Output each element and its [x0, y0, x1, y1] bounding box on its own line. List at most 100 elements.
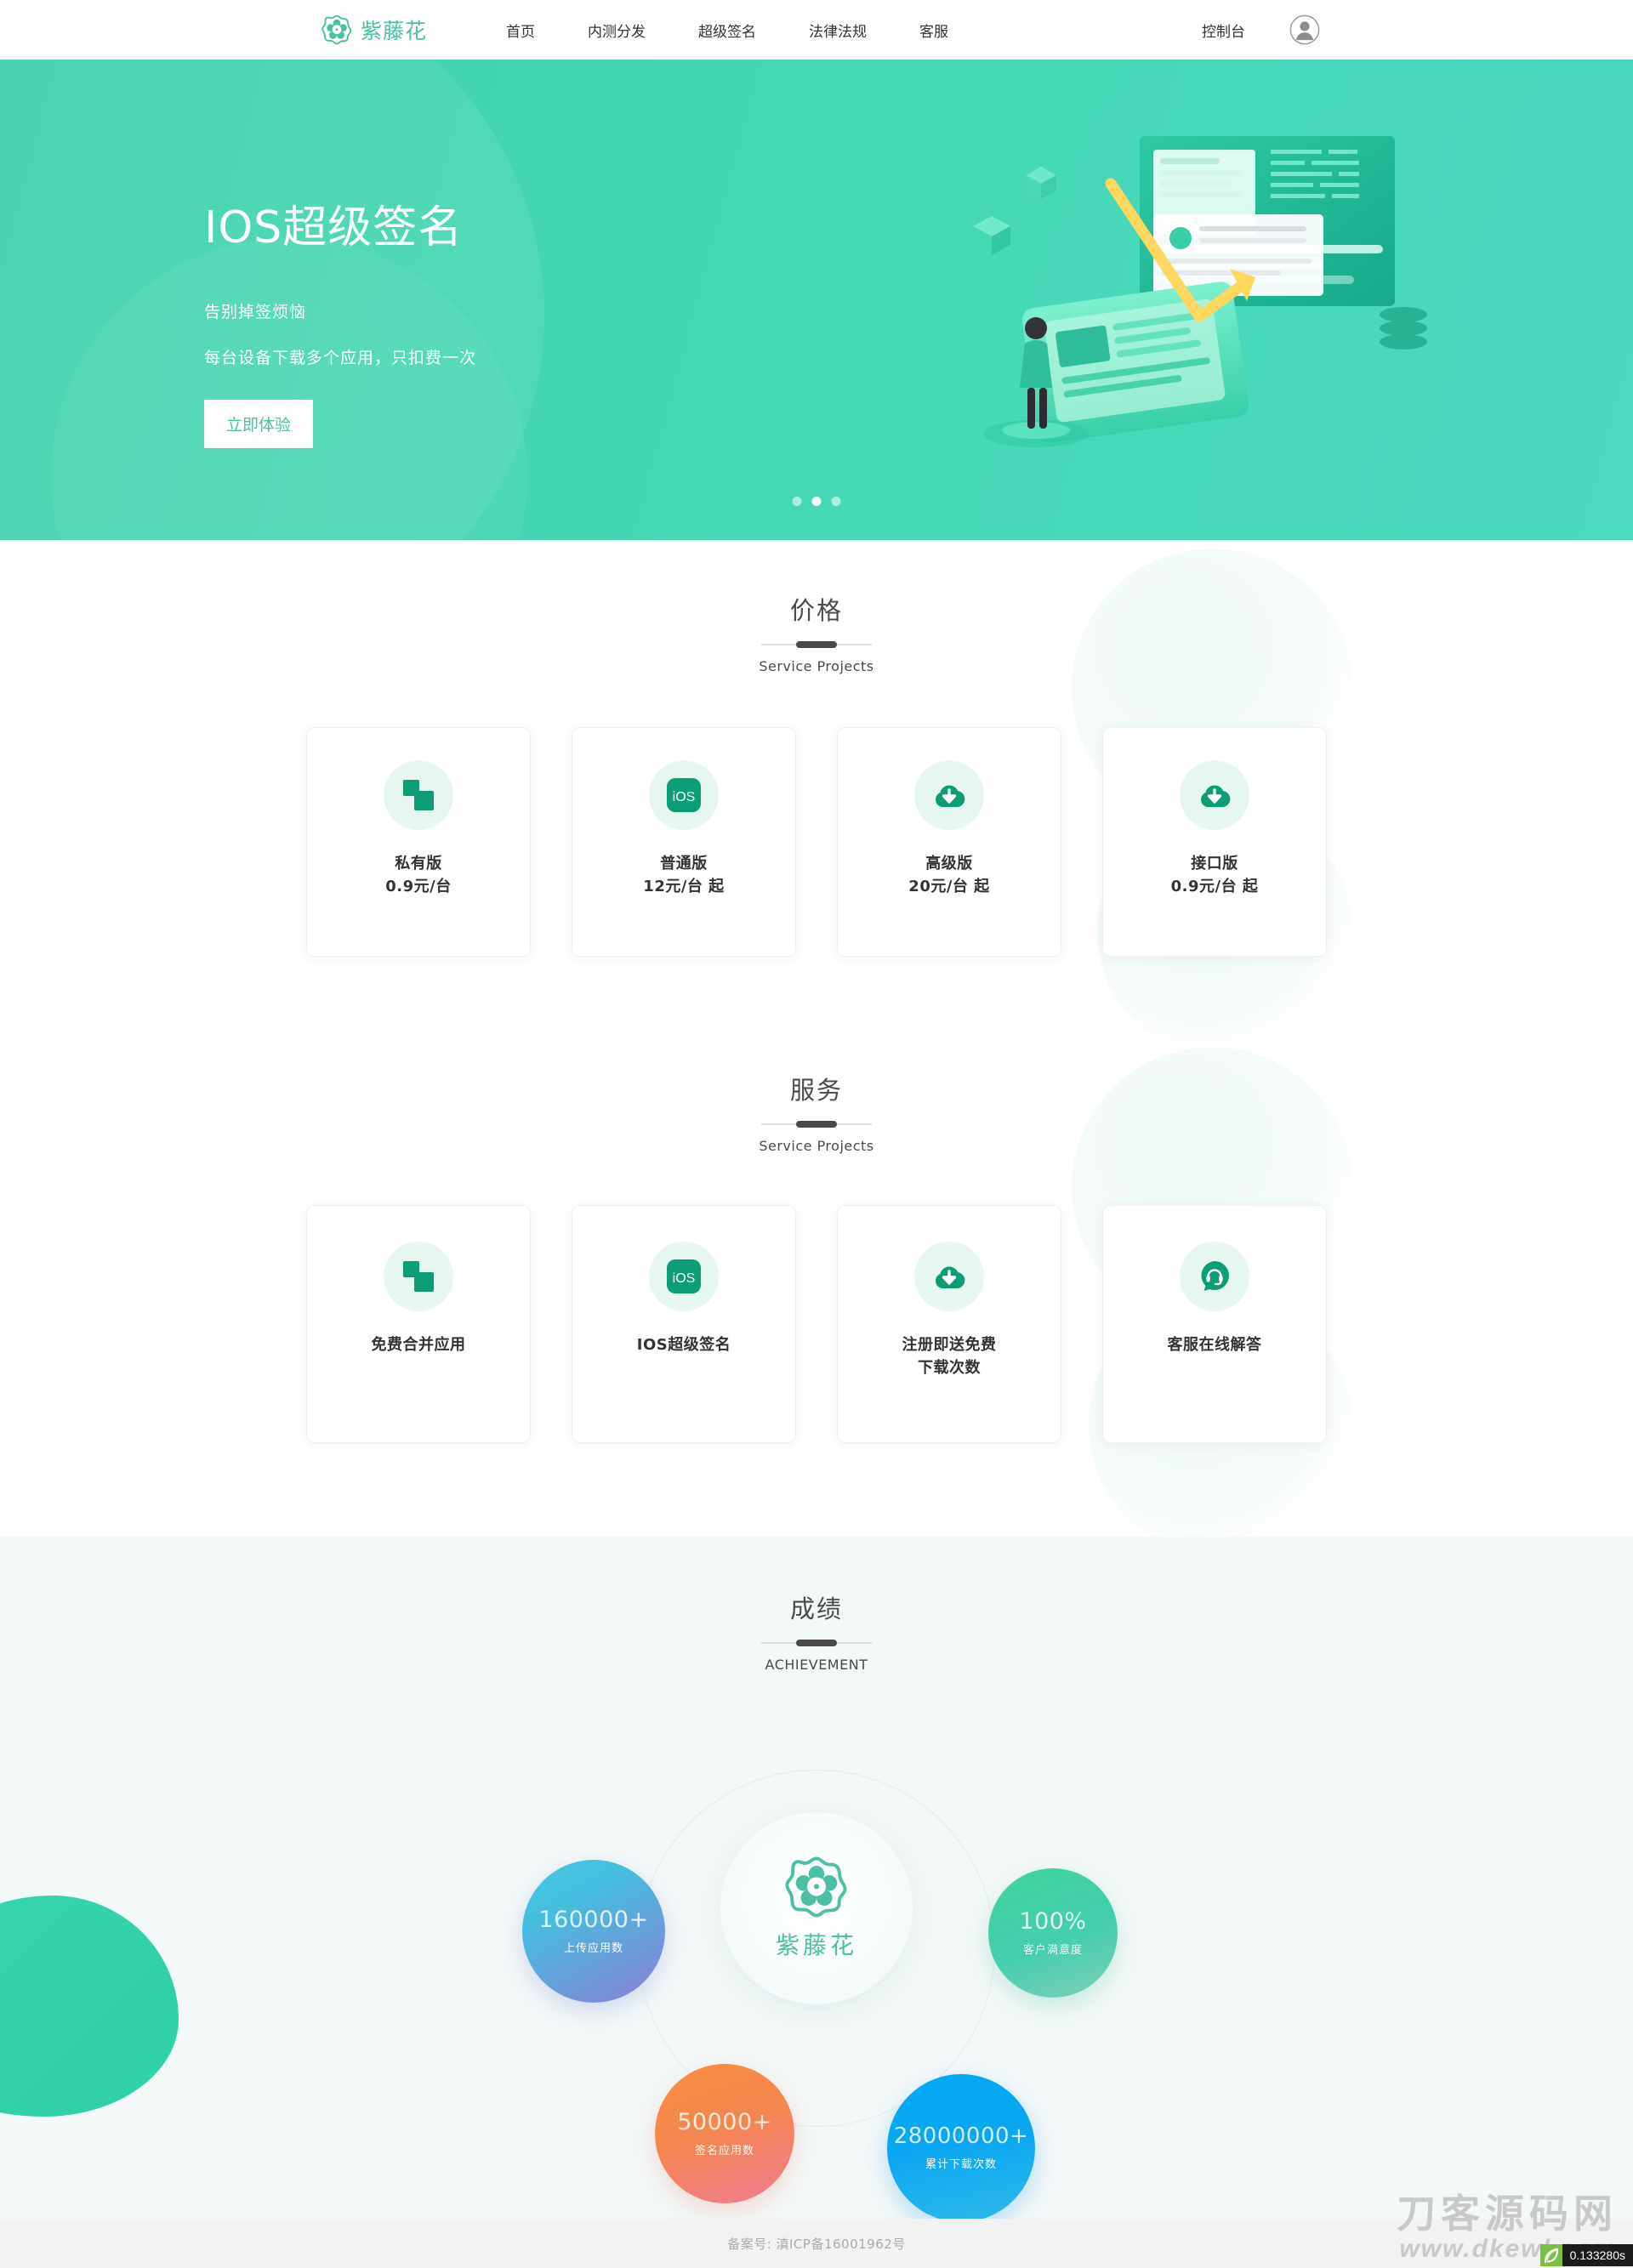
- hero-banner: IOS超级签名 告别掉签烦恼 每台设备下载多个应用，只扣费一次 立即体验: [0, 60, 1633, 540]
- price-card-api[interactable]: 接口版 0.9元/台 起: [1102, 727, 1327, 957]
- console-link[interactable]: 控制台: [1202, 20, 1245, 41]
- merge-apps-icon-wrap: [384, 1242, 453, 1311]
- merge-apps-icon-wrap: [384, 760, 453, 830]
- service-card-free-downloads[interactable]: 注册即送免费 下载次数: [837, 1205, 1061, 1443]
- merge-apps-icon: [403, 1261, 434, 1292]
- nav-beta-distribution[interactable]: 内测分发: [561, 20, 672, 41]
- perf-time: 0.133280s: [1562, 2244, 1633, 2266]
- svg-text:iOS: iOS: [673, 1271, 696, 1286]
- service-section: 服务 Service Projects 免费合并应用 iOS IOS超级签名 注…: [0, 1038, 1633, 1557]
- price-card-name: 普通版: [660, 855, 708, 873]
- ios-icon: iOS: [667, 778, 701, 812]
- hero-subtitle-2: 每台设备下载多个应用，只扣费一次: [204, 349, 477, 367]
- price-section-subtitle: Service Projects: [759, 658, 874, 674]
- merge-apps-icon: [403, 780, 434, 810]
- price-card-price: 0.9元/台 起: [1170, 878, 1259, 895]
- carousel-dot-1[interactable]: [792, 497, 802, 506]
- cloud-download-icon-wrap: [914, 760, 984, 830]
- icp-text[interactable]: 备案号: 滇ICP备16001962号: [727, 2235, 906, 2253]
- stat-bubble-downloads: 28000000+ 累计下载次数: [887, 2074, 1035, 2219]
- headset-support-icon: [1201, 1261, 1229, 1291]
- price-card-advanced[interactable]: 高级版 20元/台 起: [837, 727, 1061, 957]
- price-section-title: 价格: [789, 596, 843, 625]
- stat-label: 上传应用数: [563, 1941, 623, 1955]
- carousel-dot-3[interactable]: [831, 497, 841, 506]
- price-card-price: 0.9元/台: [385, 878, 452, 895]
- service-section-head: 服务 Service Projects: [0, 1071, 1633, 1154]
- nav-home[interactable]: 首页: [480, 20, 561, 41]
- service-card-support[interactable]: 客服在线解答: [1102, 1205, 1327, 1443]
- service-card-ios-sign[interactable]: iOS IOS超级签名: [572, 1205, 796, 1443]
- achievement-decor-blob: [0, 1896, 179, 2117]
- svg-text:iOS: iOS: [673, 790, 696, 804]
- user-avatar-icon[interactable]: [1289, 14, 1320, 45]
- achievement-section-title: 成绩: [789, 1594, 843, 1623]
- price-card-text: 接口版 0.9元/台 起: [1171, 852, 1259, 898]
- stat-label: 签名应用数: [694, 2144, 754, 2157]
- service-card-line1: 客服在线解答: [1167, 1336, 1262, 1354]
- nav-super-signature[interactable]: 超级签名: [672, 20, 782, 41]
- ios-icon-wrap: iOS: [649, 760, 719, 830]
- stat-value: 160000+: [538, 1906, 649, 1933]
- price-section-head: 价格 Service Projects: [0, 591, 1633, 674]
- main-nav: 首页 内测分发 超级签名 法律法规 客服: [480, 20, 975, 41]
- price-card-name: 私有版: [395, 855, 442, 873]
- stat-value: 28000000+: [893, 2123, 1029, 2149]
- flower-hexagon-logo-icon: [785, 1856, 847, 1918]
- service-card-line2: 下载次数: [918, 1359, 981, 1377]
- price-card-name: 高级版: [925, 855, 973, 873]
- brand-name: 紫藤花: [361, 19, 428, 43]
- cloud-download-icon: [1201, 785, 1231, 807]
- service-card-merge[interactable]: 免费合并应用: [306, 1205, 531, 1443]
- price-card-price: 20元/台 起: [908, 878, 990, 895]
- achievement-section-head: 成绩 ACHIEVEMENT: [0, 1589, 1633, 1673]
- service-card-line1: 免费合并应用: [371, 1336, 466, 1354]
- section-divider: [761, 1121, 872, 1128]
- ios-icon: iOS: [667, 1259, 701, 1293]
- achievement-center-logo: 紫藤花: [720, 1812, 913, 2004]
- hero-cta-button[interactable]: 立即体验: [204, 400, 314, 448]
- stat-bubble-upload: 160000+ 上传应用数: [522, 1860, 665, 2003]
- carousel-dots[interactable]: [792, 497, 841, 506]
- headset-support-icon-wrap: [1180, 1242, 1249, 1311]
- price-card-list: 私有版 0.9元/台 iOS 普通版 12元/台 起 高级版 20元/台 起 接…: [306, 727, 1327, 957]
- price-card-text: 普通版 12元/台 起: [643, 852, 724, 898]
- price-card-name: 接口版: [1191, 855, 1238, 873]
- perf-badge: 0.133280s: [1539, 2244, 1633, 2266]
- service-card-line1: 注册即送免费: [902, 1336, 997, 1354]
- header-actions: 控制台: [1202, 14, 1320, 45]
- service-card-text: 注册即送免费 下载次数: [902, 1333, 997, 1379]
- stat-value: 50000+: [677, 2108, 772, 2135]
- price-card-text: 高级版 20元/台 起: [908, 852, 989, 898]
- nav-support[interactable]: 客服: [893, 20, 975, 41]
- site-header: 紫藤花 首页 内测分发 超级签名 法律法规 客服 控制台: [0, 0, 1633, 60]
- section-divider: [761, 1640, 872, 1646]
- ios-icon-wrap: iOS: [649, 1242, 719, 1311]
- hero-title: IOS超级签名: [204, 202, 464, 253]
- nav-legal[interactable]: 法律法规: [782, 20, 893, 41]
- hero-illustration: [973, 136, 1427, 447]
- achievement-center-name: 紫藤花: [775, 1931, 857, 1959]
- carousel-dot-2[interactable]: [811, 497, 822, 506]
- hero-text-block: IOS超级签名 告别掉签烦恼 每台设备下载多个应用，只扣费一次 立即体验: [204, 191, 476, 448]
- price-card-text: 私有版 0.9元/台: [385, 852, 451, 898]
- brand-logo[interactable]: 紫藤花: [321, 14, 427, 45]
- site-footer: 备案号: 滇ICP备16001962号 刀客源码网 www.dkewl.com …: [0, 2194, 1633, 2268]
- cloud-download-icon-wrap: [914, 1242, 984, 1311]
- stat-bubble-satisfaction: 100% 客户满意度: [988, 1868, 1118, 1998]
- price-card-price: 12元/台 起: [643, 878, 725, 895]
- achievement-stage: 紫藤花 160000+ 上传应用数 100% 客户满意度 50000+ 签名应用…: [306, 1734, 1327, 2219]
- price-card-standard[interactable]: iOS 普通版 12元/台 起: [572, 727, 796, 957]
- price-card-private[interactable]: 私有版 0.9元/台: [306, 727, 531, 957]
- hero-subtitle-1: 告别掉签烦恼: [204, 303, 307, 321]
- section-divider: [761, 641, 872, 648]
- stat-label: 客户满意度: [1022, 1943, 1083, 1957]
- cloud-download-icon: [936, 785, 965, 807]
- stat-value: 100%: [1019, 1907, 1087, 1935]
- cloud-download-icon: [936, 1266, 965, 1288]
- service-card-text: IOS超级签名: [637, 1333, 731, 1356]
- service-section-subtitle: Service Projects: [759, 1138, 874, 1154]
- price-section: 价格 Service Projects 私有版 0.9元/台 iOS 普通版 1…: [0, 540, 1633, 1059]
- service-card-list: 免费合并应用 iOS IOS超级签名 注册即送免费 下载次数 客服在线解答: [306, 1205, 1327, 1443]
- service-section-title: 服务: [789, 1076, 843, 1105]
